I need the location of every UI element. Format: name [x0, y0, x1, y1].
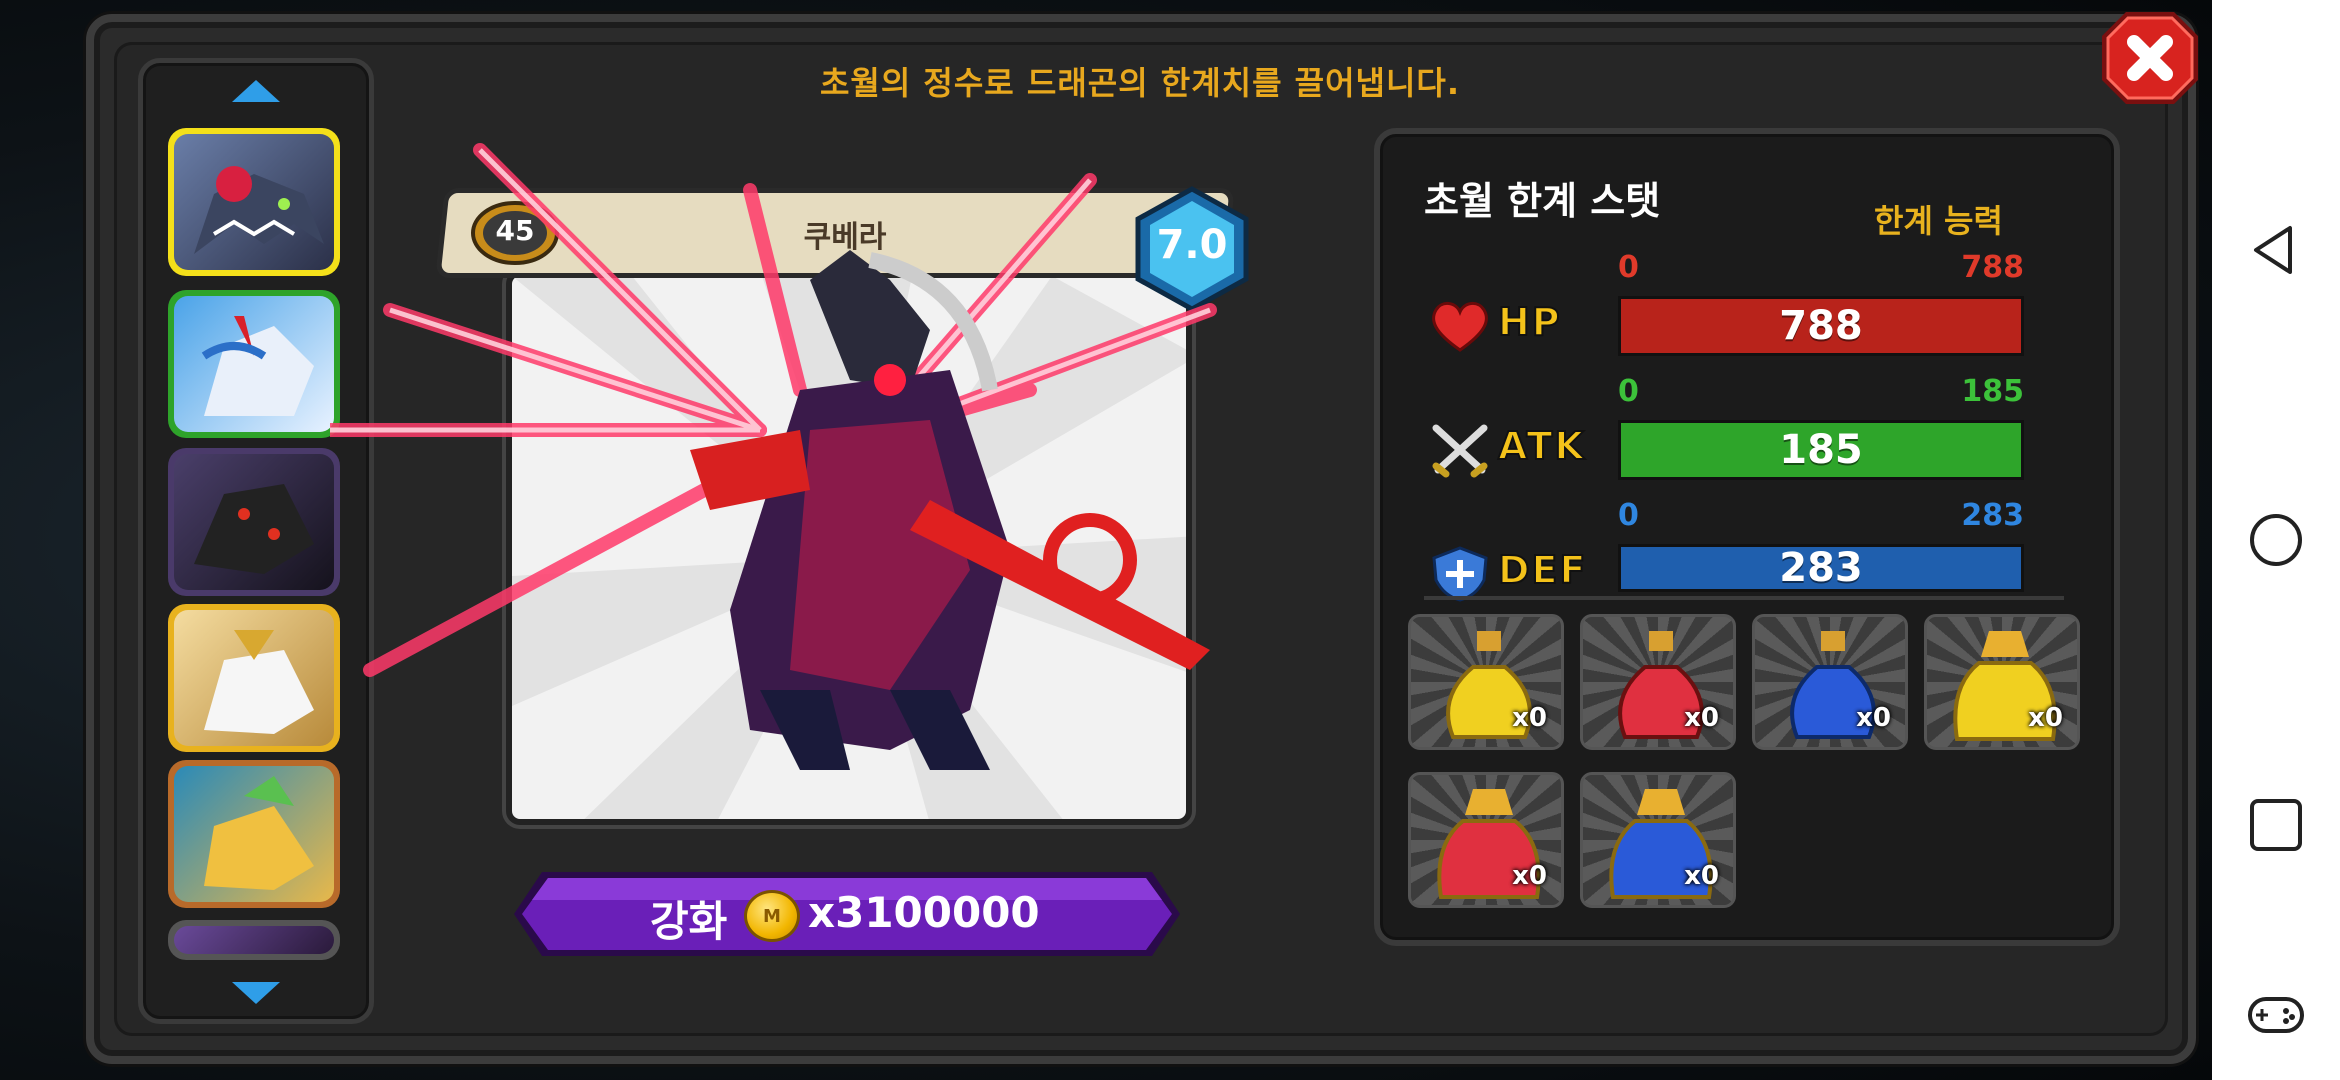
scroll-down-arrow-icon[interactable] — [228, 976, 284, 1008]
def-min: 0 — [1618, 498, 1639, 533]
essence-item-slot[interactable]: x0 — [1580, 772, 1736, 908]
essence-item-slot[interactable]: x0 — [1752, 614, 1908, 750]
shield-icon — [1432, 546, 1488, 602]
atk-value: 185 — [1779, 427, 1863, 473]
hp-bar: 788 — [1618, 296, 2024, 356]
gamepad-icon[interactable] — [2246, 985, 2306, 1045]
atk-max: 185 — [1961, 374, 2024, 409]
atk-bar: 185 — [1618, 420, 2024, 480]
upgrade-price: x3100000 — [808, 888, 1040, 937]
dragon-thumb[interactable] — [168, 920, 340, 960]
dragon-portrait-icon — [194, 166, 324, 254]
dragon-portrait-icon — [204, 630, 314, 734]
atk-label: ATK — [1497, 423, 1586, 469]
dragon-thumb[interactable] — [168, 448, 340, 596]
dragon-thumb[interactable] — [168, 760, 340, 908]
back-icon[interactable] — [2246, 220, 2306, 280]
panel-subtitle: 초월의 정수로 드래곤의 한계치를 끌어냅니다. — [819, 64, 1461, 102]
stats-subtitle: 한계 능력 — [1874, 202, 2003, 240]
dragon-portrait-icon — [201, 316, 314, 416]
crossed-swords-icon — [1432, 424, 1488, 478]
heart-icon — [1432, 302, 1488, 352]
essence-item-slot[interactable]: x0 — [1924, 614, 2080, 750]
essence-item-slot[interactable]: x0 — [1580, 614, 1736, 750]
essence-item-slot[interactable]: x0 — [1408, 614, 1564, 750]
upgrade-button-label: 강화 — [650, 897, 728, 946]
stats-title: 초월 한계 스탯 — [1424, 179, 1661, 223]
def-max: 283 — [1961, 498, 2024, 533]
dragon-thumb-selected[interactable] — [168, 128, 340, 276]
hp-min: 0 — [1618, 250, 1639, 285]
home-icon[interactable] — [2246, 510, 2306, 570]
recents-icon[interactable] — [2246, 795, 2306, 855]
android-nav-bar — [2212, 0, 2340, 1080]
def-label: DEF — [1497, 547, 1588, 593]
dragon-artwork — [330, 143, 1217, 770]
scroll-up-arrow-icon[interactable] — [228, 76, 284, 108]
dragon-portrait-icon — [194, 484, 314, 574]
coin-icon: M — [744, 890, 800, 942]
hp-label: HP — [1497, 299, 1562, 345]
close-button[interactable] — [2098, 8, 2202, 108]
atk-min: 0 — [1618, 374, 1639, 409]
stats-divider — [1424, 596, 2064, 600]
dragon-thumb[interactable] — [168, 290, 340, 438]
dragon-thumb[interactable] — [168, 604, 340, 752]
hp-value: 788 — [1779, 303, 1863, 349]
essence-item-slot[interactable]: x0 — [1408, 772, 1564, 908]
dragon-portrait-icon — [204, 776, 314, 890]
def-value: 283 — [1779, 545, 1863, 591]
hp-max: 788 — [1961, 250, 2024, 285]
def-bar: 283 — [1618, 544, 2024, 592]
